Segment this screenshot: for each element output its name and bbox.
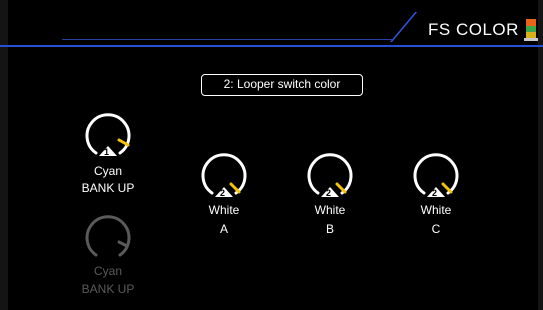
- knob-color-label: White: [314, 203, 346, 217]
- knob-function-label: A: [219, 222, 228, 236]
- knob-bank-up-2[interactable]: Cyan BANK UP: [68, 212, 148, 302]
- knob-badge: 1: [104, 147, 110, 157]
- knob-color-label: White: [420, 203, 452, 217]
- knob-function-label: C: [431, 222, 441, 236]
- app-logo-icon: [524, 19, 538, 41]
- knob-bank-up-1[interactable]: 1 Cyan BANK UP: [68, 110, 148, 200]
- knob-switch-b[interactable]: 2 White B: [290, 152, 370, 242]
- looper-switch-color-selector[interactable]: 2: Looper switch color: [201, 74, 363, 96]
- knob-badge: 2: [432, 188, 438, 198]
- knob-function-label: BANK UP: [81, 282, 135, 296]
- knob-badge: 2: [220, 188, 226, 198]
- header-divider-thin: [62, 39, 392, 40]
- knob-color-label: White: [208, 203, 240, 217]
- knob-function-label: BANK UP: [81, 181, 135, 195]
- knob-color-label: Cyan: [93, 164, 122, 178]
- knob-switch-c[interactable]: 2 White C: [396, 152, 476, 242]
- knob-dial-icon: [85, 113, 131, 156]
- page-title: FS COLOR: [428, 20, 519, 39]
- knob-function-label: B: [325, 222, 334, 236]
- header-divider: [0, 45, 543, 47]
- knob-switch-a[interactable]: 2 White A: [184, 152, 264, 242]
- knob-color-label: Cyan: [93, 264, 122, 278]
- knob-dial-icon: [85, 215, 131, 257]
- knob-badge: 2: [326, 188, 332, 198]
- header-slash-accent: [390, 12, 418, 42]
